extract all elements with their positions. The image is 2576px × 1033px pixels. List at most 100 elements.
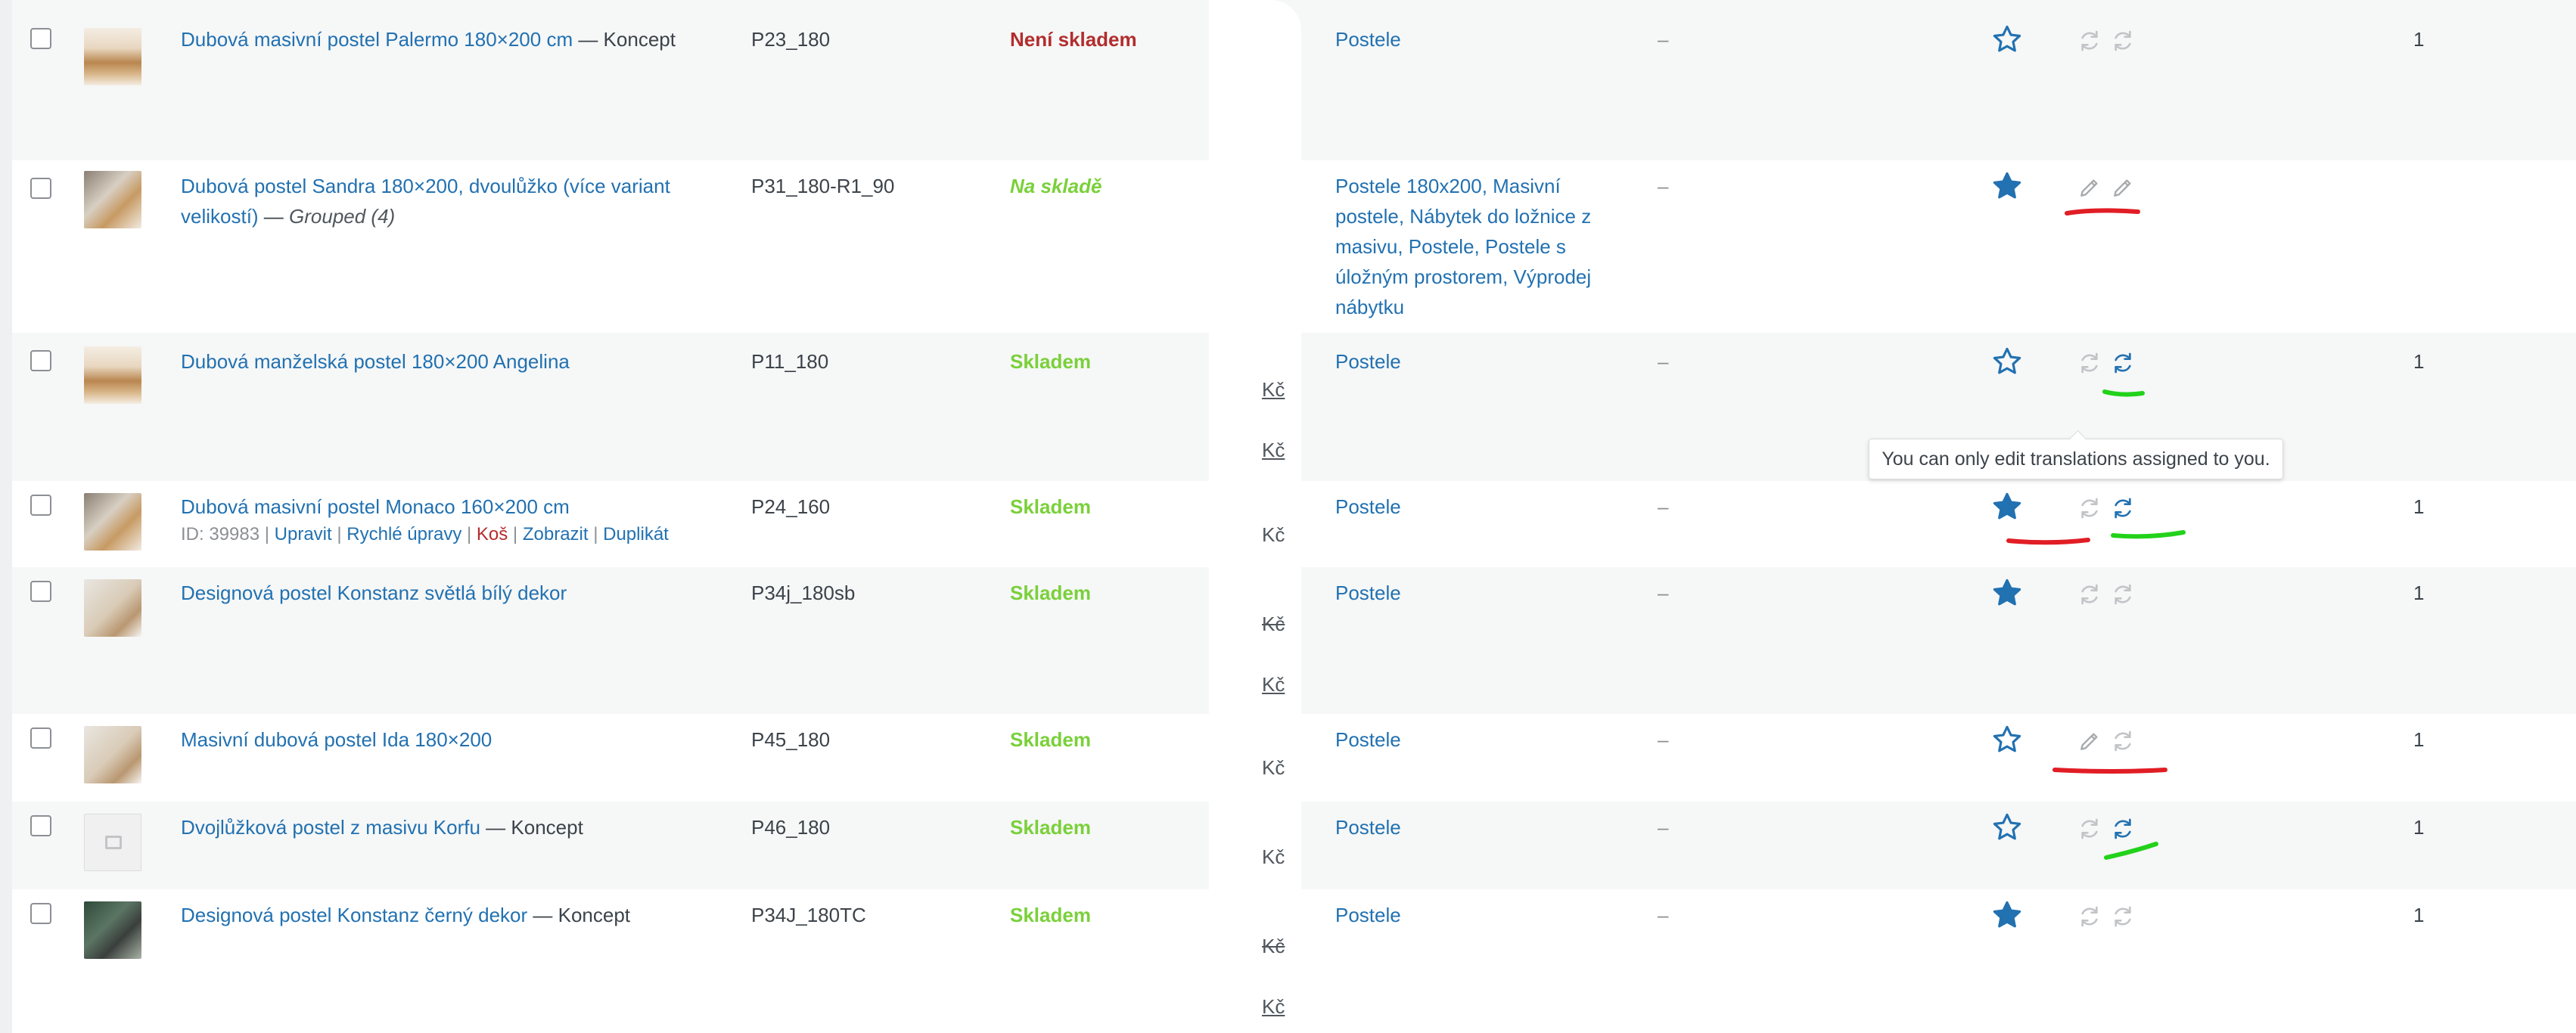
quick-edit-link[interactable]: Rychlé úpravy <box>346 524 461 544</box>
product-thumbnail[interactable] <box>84 346 141 404</box>
stock-status: Na skladě <box>1010 175 1102 197</box>
admin-left-edge <box>0 0 12 1033</box>
sync-icon[interactable] <box>2077 496 2102 520</box>
sync-icon[interactable] <box>2111 496 2135 520</box>
sync-icon[interactable] <box>2111 29 2135 53</box>
price-fragment: Kč <box>1262 439 1285 461</box>
product-thumbnail[interactable] <box>84 493 141 551</box>
product-name-cell: Masivní dubová postel Ida 180×200 <box>181 724 726 755</box>
image-placeholder-icon[interactable] <box>84 814 141 871</box>
sync-icon[interactable] <box>2077 351 2102 375</box>
stock-status: Skladem <box>1010 816 1091 839</box>
sync-icon[interactable] <box>2111 351 2135 375</box>
sku: P46_180 <box>751 816 831 839</box>
edit-link[interactable]: Upravit <box>275 524 332 544</box>
translation-count: 1 <box>2413 350 2425 373</box>
sync-icon[interactable] <box>2111 582 2135 606</box>
row-checkbox[interactable] <box>30 903 51 924</box>
translation-count: 1 <box>2413 582 2425 604</box>
sync-icon[interactable] <box>2077 582 2102 606</box>
row-checkbox[interactable] <box>30 28 51 49</box>
product-name-link[interactable]: Dubová postel Sandra 180×200, dvoulůžko … <box>181 175 670 228</box>
post-state: — Koncept <box>527 904 631 926</box>
product-name-cell: Dvojlůžková postel z masivu Korfu — Konc… <box>181 812 726 842</box>
sync-icon[interactable] <box>2077 904 2102 929</box>
product-name-link[interactable]: Masivní dubová postel Ida 180×200 <box>181 728 492 751</box>
star-outline-icon[interactable] <box>1991 811 2023 843</box>
product-name-cell: Designová postel Konstanz světlá bílý de… <box>181 578 726 608</box>
categories-link[interactable]: Postele <box>1335 24 1623 54</box>
sku: P11_180 <box>751 350 829 373</box>
star-outline-icon[interactable] <box>1991 23 2023 55</box>
star-filled-icon[interactable] <box>1991 170 2023 202</box>
translation-count: 1 <box>2413 816 2425 839</box>
row-checkbox[interactable] <box>30 581 51 602</box>
categories-link[interactable]: Postele <box>1335 900 1623 930</box>
product-thumbnail[interactable] <box>84 171 141 228</box>
products-list-page: Dubová masivní postel Palermo 180×200 cm… <box>0 0 2576 1033</box>
categories-link[interactable]: Postele <box>1335 812 1623 842</box>
product-name-link[interactable]: Dubová masivní postel Monaco 160×200 cm <box>181 495 570 518</box>
tags: – <box>1658 582 1669 604</box>
view-link[interactable]: Zobrazit <box>523 524 589 544</box>
product-name-cell: Dubová postel Sandra 180×200, dvoulůžko … <box>181 171 695 231</box>
row-checkbox[interactable] <box>30 815 51 836</box>
redaction-mask <box>1241 0 1286 174</box>
trash-link[interactable]: Koš <box>477 524 508 544</box>
categories-link[interactable]: Postele <box>1335 346 1623 377</box>
pencil-icon[interactable] <box>2077 729 2102 753</box>
stock-status: Skladem <box>1010 904 1091 926</box>
tags: – <box>1658 175 1669 197</box>
sync-icon[interactable] <box>2077 817 2102 841</box>
translation-count: 1 <box>2413 728 2425 751</box>
categories-link[interactable]: Postele 180x200, Masivní postele, Nábyte… <box>1335 171 1615 322</box>
product-thumbnail[interactable] <box>84 726 141 783</box>
sync-icon[interactable] <box>2111 817 2135 841</box>
sku: P23_180 <box>751 28 831 51</box>
star-outline-icon[interactable] <box>1991 346 2023 377</box>
product-name-link[interactable]: Designová postel Konstanz černý dekor <box>181 904 527 926</box>
row-checkbox[interactable] <box>30 495 51 516</box>
price-fragment: Kč <box>1262 995 1285 1018</box>
row-checkbox[interactable] <box>30 178 51 199</box>
product-thumbnail[interactable] <box>84 579 141 637</box>
star-filled-icon[interactable] <box>1991 491 2023 523</box>
pencil-icon[interactable] <box>2077 175 2102 200</box>
row-actions: ID: 39983 | Upravit | Rychlé úpravy | Ko… <box>181 524 669 544</box>
row-checkbox[interactable] <box>30 727 51 749</box>
stock-status: Není skladem <box>1010 28 1137 51</box>
duplicate-link[interactable]: Duplikát <box>603 524 669 544</box>
product-name-link[interactable]: Dvojlůžková postel z masivu Korfu <box>181 816 480 839</box>
star-filled-icon[interactable] <box>1991 899 2023 931</box>
product-name-cell: Dubová masivní postel Palermo 180×200 cm… <box>181 24 726 54</box>
price-fragment: Kč <box>1262 523 1285 546</box>
stock-status: Skladem <box>1010 582 1091 604</box>
sync-icon[interactable] <box>2111 904 2135 929</box>
translation-count: 1 <box>2413 904 2425 926</box>
product-name-link[interactable]: Designová postel Konstanz světlá bílý de… <box>181 582 567 604</box>
stock-status: Skladem <box>1010 728 1091 751</box>
sync-icon[interactable] <box>2077 29 2102 53</box>
categories-link[interactable]: Postele <box>1335 492 1623 522</box>
sku: P34J_180TC <box>751 904 866 926</box>
post-state: — <box>258 205 290 228</box>
product-thumbnail[interactable] <box>84 901 141 959</box>
sku: P45_180 <box>751 728 831 751</box>
product-name-link[interactable]: Dubová masivní postel Palermo 180×200 cm <box>181 28 573 51</box>
tags: – <box>1658 495 1669 518</box>
product-name-cell: Dubová manželská postel 180×200 Angelina <box>181 346 726 377</box>
product-name-link[interactable]: Dubová manželská postel 180×200 Angelina <box>181 350 570 373</box>
categories-link[interactable]: Postele <box>1335 724 1623 755</box>
row-checkbox[interactable] <box>30 350 51 371</box>
product-thumbnail[interactable] <box>84 28 141 85</box>
tags: – <box>1658 816 1669 839</box>
sync-icon[interactable] <box>2111 729 2135 753</box>
star-filled-icon[interactable] <box>1991 577 2023 609</box>
star-outline-icon[interactable] <box>1991 724 2023 755</box>
translation-tooltip: You can only edit translations assigned … <box>1869 439 2283 479</box>
tags: – <box>1658 28 1669 51</box>
categories-link[interactable]: Postele <box>1335 578 1623 608</box>
stock-status: Skladem <box>1010 350 1091 373</box>
pencil-icon[interactable] <box>2111 175 2135 200</box>
sku: P24_160 <box>751 495 831 518</box>
